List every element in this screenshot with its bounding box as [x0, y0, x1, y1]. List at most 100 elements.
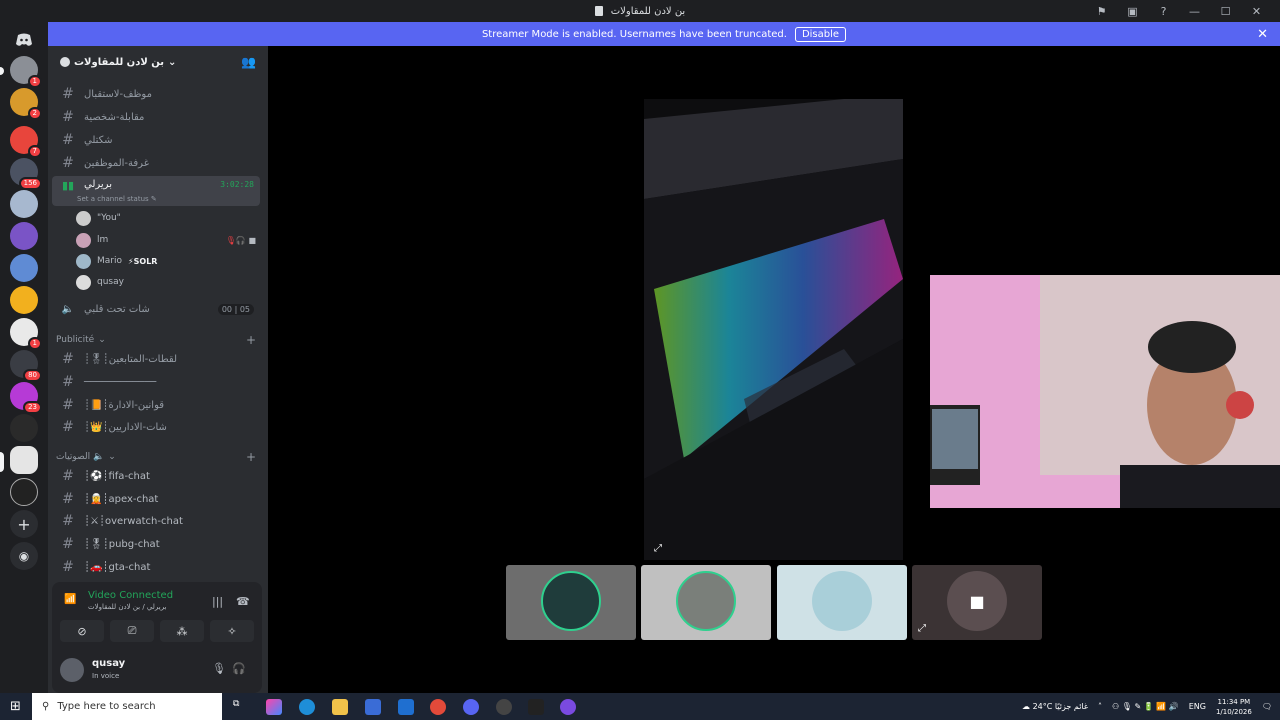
- server-icon[interactable]: 1: [10, 56, 42, 88]
- minimize-button[interactable]: —: [1179, 5, 1210, 18]
- mention-badge: 2: [27, 107, 42, 120]
- voice-user-name: "You": [97, 213, 121, 223]
- windows-start-icon[interactable]: ⊞: [10, 699, 21, 714]
- task-view-icon[interactable]: ⧉: [233, 699, 249, 715]
- channel-item[interactable]: # ┊🧝┊apex-chat: [52, 488, 260, 510]
- app-icon[interactable]: [560, 699, 576, 715]
- outlook-icon[interactable]: [398, 699, 414, 715]
- server-icon-current[interactable]: [10, 446, 38, 474]
- voice-user-name: qusay: [97, 277, 124, 287]
- headphones-icon[interactable]: 🎧: [232, 662, 246, 675]
- add-channel-icon[interactable]: +: [246, 333, 256, 347]
- discord-home-icon[interactable]: [10, 26, 38, 54]
- add-channel-icon[interactable]: +: [246, 450, 256, 464]
- add-server-icon[interactable]: +: [10, 510, 38, 538]
- voice-channel[interactable]: 🔈 شات تحت قلبي 00 | 05: [52, 298, 260, 320]
- file-explorer-icon[interactable]: [332, 699, 348, 715]
- avatar[interactable]: [60, 658, 84, 682]
- voice-channel-active[interactable]: ▮▮ بريرلي 3:02:28 Set a channel status ✎: [52, 176, 260, 206]
- server-icon[interactable]: 156: [10, 158, 42, 190]
- channel-item[interactable]: # ┊⚔┊overwatch-chat: [52, 510, 260, 532]
- search-placeholder: Type here to search: [57, 701, 156, 712]
- screen-share-button[interactable]: ⎚: [110, 620, 154, 642]
- server-icon[interactable]: [10, 286, 38, 314]
- discover-icon[interactable]: ◉: [10, 542, 38, 570]
- channel-item[interactable]: # ┊🎖┊pubg-chat: [52, 533, 260, 555]
- server-icon[interactable]: [10, 222, 38, 250]
- server-icon[interactable]: 23: [10, 382, 42, 414]
- server-icon[interactable]: 80: [10, 350, 42, 382]
- edge-icon[interactable]: [299, 699, 315, 715]
- inbox-flag-icon[interactable]: ⚑: [1086, 5, 1117, 18]
- taskbar-search-input[interactable]: ⚲ Type here to search: [32, 693, 222, 720]
- chrome-icon[interactable]: [430, 699, 446, 715]
- participant-tile[interactable]: ■ ⤢: [912, 565, 1042, 640]
- participant-tile[interactable]: [506, 565, 636, 640]
- notifications-icon[interactable]: 🗨: [1262, 702, 1272, 711]
- soundboard-button[interactable]: ✧: [210, 620, 254, 642]
- person-add-icon[interactable]: 👥: [241, 55, 256, 69]
- hash-icon: #: [62, 468, 74, 484]
- channel-item[interactable]: # مقابلة-شخصية: [52, 106, 260, 128]
- server-icon[interactable]: [10, 190, 38, 218]
- hash-icon: #: [62, 513, 74, 529]
- server-icon[interactable]: 7: [10, 126, 42, 158]
- help-icon[interactable]: ?: [1148, 5, 1179, 18]
- channel-item[interactable]: # ┊🎖┊لقطات-المتابعين: [52, 348, 260, 370]
- fullscreen-pin-icon[interactable]: ⤢: [918, 623, 926, 634]
- server-icon[interactable]: 2: [10, 88, 42, 120]
- channel-item[interactable]: # غرفة-الموظفين: [52, 152, 260, 174]
- chevron-up-icon[interactable]: ˄: [1098, 702, 1102, 711]
- microphone-icon[interactable]: 🎙: [212, 662, 226, 675]
- category-header[interactable]: الصوتيات 🔈 ⌄ +: [56, 449, 260, 465]
- channel-item[interactable]: # موظف-لاستقبال: [52, 83, 260, 105]
- server-icon[interactable]: [10, 478, 38, 506]
- hash-icon: #: [62, 536, 74, 552]
- channel-item[interactable]: # ┊📙┊قوانين-الادارة: [52, 394, 260, 416]
- voice-user[interactable]: "You": [76, 208, 260, 228]
- user-panel: qusay In voice 🎙 🎧 ⚙: [60, 654, 296, 688]
- activities-button[interactable]: ⁂: [160, 620, 204, 642]
- voice-user[interactable]: lm 🎙🎧 ■: [76, 230, 260, 250]
- close-banner-icon[interactable]: ✕: [1257, 27, 1268, 42]
- camera-off-button[interactable]: ⊘: [60, 620, 104, 642]
- channel-item[interactable]: # ┊🚗┊gta-chat: [52, 556, 260, 578]
- server-header[interactable]: بن لادن للمقاولات ⌄ 👥: [48, 46, 268, 78]
- app-icon[interactable]: [496, 699, 512, 715]
- copilot-icon[interactable]: [266, 699, 282, 715]
- voice-status-title[interactable]: Video Connected: [88, 590, 173, 601]
- maximize-button[interactable]: ☐: [1210, 5, 1241, 18]
- disable-streamer-mode-button[interactable]: Disable: [794, 26, 847, 42]
- channel-item[interactable]: # شكتلي: [52, 129, 260, 151]
- discord-taskbar-icon[interactable]: [463, 699, 479, 715]
- mention-badge: 1: [27, 75, 42, 88]
- language-indicator[interactable]: ENG: [1189, 702, 1206, 711]
- category-header[interactable]: Publicité ⌄ +: [56, 332, 260, 348]
- screen-share-icon[interactable]: ▣: [1117, 5, 1148, 18]
- channel-item[interactable]: # ┊👑┊شات-الاداريين: [52, 416, 260, 438]
- window-title: بن لادن للمقاولات: [610, 5, 686, 17]
- main-video-tile[interactable]: ⤢: [644, 99, 903, 560]
- participant-tile[interactable]: [641, 565, 771, 640]
- close-window-button[interactable]: ✕: [1241, 5, 1272, 18]
- store-icon[interactable]: [365, 699, 381, 715]
- channel-status-input[interactable]: Set a channel status ✎: [77, 195, 157, 203]
- server-list: 1 2 7 156 1 80 23 + ◉: [0, 22, 48, 693]
- noise-suppression-icon[interactable]: |||: [212, 595, 223, 608]
- webcam-video-tile[interactable]: [930, 275, 1280, 508]
- server-icon[interactable]: [10, 254, 38, 282]
- channel-item[interactable]: # ┊⚽┊fifa-chat: [52, 465, 260, 487]
- voice-user[interactable]: qusay: [76, 272, 260, 292]
- server-icon[interactable]: [10, 414, 38, 442]
- tray-icons[interactable]: ⚇ 🎙 ✎ 🔋 📶 🔊: [1112, 702, 1179, 711]
- disconnect-icon[interactable]: ☎: [236, 595, 250, 608]
- server-icon[interactable]: 1: [10, 318, 42, 350]
- weather-widget[interactable]: ☁ 24°C غائم جزئيًا: [1022, 702, 1088, 711]
- clock[interactable]: 11:34 PM 1/10/2026: [1216, 697, 1252, 717]
- mention-badge: 1: [27, 337, 42, 350]
- terminal-icon[interactable]: [528, 699, 544, 715]
- fullscreen-pin-icon[interactable]: ⤢: [654, 543, 662, 554]
- participant-tile[interactable]: [777, 565, 907, 640]
- channel-item[interactable]: # ────────────: [52, 371, 260, 393]
- voice-user[interactable]: Mario ⚡SOLR: [76, 251, 260, 271]
